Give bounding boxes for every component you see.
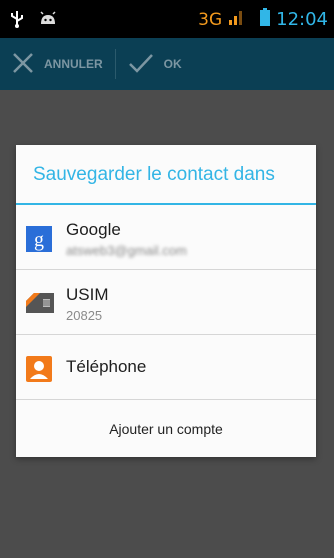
cancel-button[interactable]: ANNULER — [0, 38, 115, 90]
account-item-google[interactable]: g Google atsweb3@gmail.com — [16, 205, 316, 270]
status-bar: 3G 12:04 — [0, 0, 334, 38]
account-item-phone[interactable]: Téléphone — [16, 335, 316, 400]
ok-button[interactable]: OK — [116, 38, 194, 90]
account-item-usim[interactable]: USIM 20825 — [16, 270, 316, 335]
clock: 12:04 — [276, 9, 328, 30]
android-debug-icon — [38, 11, 58, 32]
signal-icon — [228, 9, 244, 30]
action-bar: ANNULER OK — [0, 38, 334, 90]
ok-label: OK — [163, 57, 182, 71]
account-number: 20825 — [66, 308, 103, 323]
battery-icon — [260, 8, 271, 31]
phone-contact-icon — [26, 356, 52, 382]
account-label: USIM — [66, 285, 109, 304]
account-label: Google — [66, 220, 121, 239]
dialog-title: Sauvegarder le contact dans — [16, 145, 316, 205]
save-contact-dialog: Sauvegarder le contact dans g Google ats… — [16, 145, 316, 457]
google-icon: g — [26, 226, 52, 252]
account-label: Téléphone — [66, 357, 147, 376]
cancel-label: ANNULER — [44, 57, 103, 71]
network-type: 3G — [198, 9, 223, 30]
sim-card-icon — [26, 291, 54, 315]
add-account-button[interactable]: Ajouter un compte — [16, 400, 316, 458]
svg-text:g: g — [34, 229, 44, 251]
usb-icon — [10, 10, 24, 33]
close-icon — [12, 52, 34, 77]
checkmark-icon — [128, 52, 154, 77]
account-email: atsweb3@gmail.com — [66, 243, 187, 258]
